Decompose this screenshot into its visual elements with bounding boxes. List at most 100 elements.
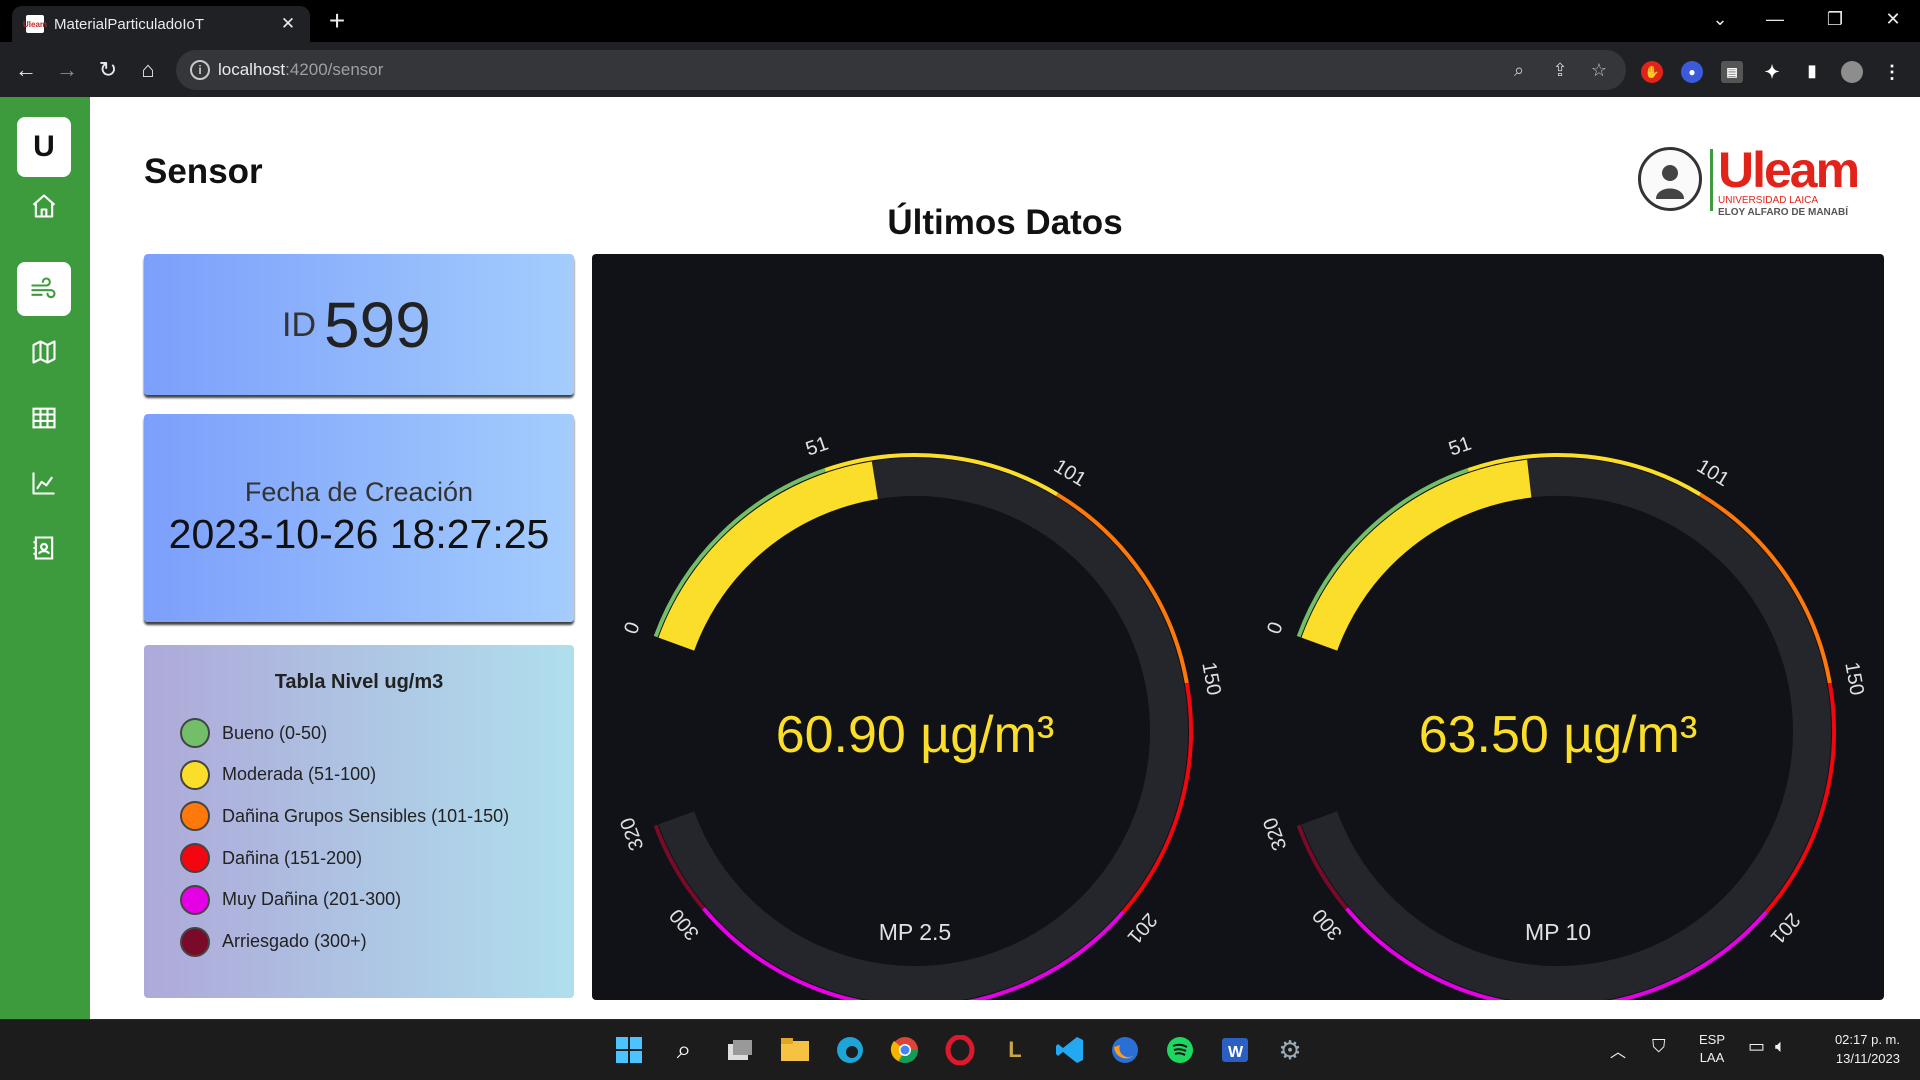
gauge-tick-label: 300 bbox=[1308, 904, 1346, 944]
forward-button[interactable]: → bbox=[53, 56, 81, 84]
firefox-icon[interactable] bbox=[1105, 1030, 1145, 1070]
browser-tab[interactable]: Uleam MaterialParticuladoIoT ✕ bbox=[12, 6, 310, 42]
gauge-tick-label: 0 bbox=[1263, 619, 1287, 637]
legend-label: Muy Dañina (201-300) bbox=[222, 889, 402, 910]
minimize-button[interactable]: — bbox=[1755, 4, 1795, 34]
tab-title: MaterialParticuladoIoT bbox=[54, 16, 205, 33]
gauge-value-fill bbox=[1301, 459, 1532, 651]
sidebar-item-contacts[interactable] bbox=[17, 521, 71, 575]
gauge-name-label: MP 10 bbox=[1525, 919, 1591, 945]
profile-avatar[interactable] bbox=[1841, 61, 1863, 83]
legend-color-dot bbox=[180, 759, 210, 790]
sidebar-item-map[interactable] bbox=[17, 325, 71, 379]
extension-icon[interactable]: ● bbox=[1681, 61, 1703, 83]
university-seal-icon bbox=[1638, 147, 1702, 211]
legend-label: Moderada (51-100) bbox=[222, 764, 377, 785]
gauge-tick-label: 101 bbox=[1693, 455, 1733, 491]
gauge-value-fill bbox=[658, 461, 879, 651]
home-icon bbox=[32, 194, 56, 218]
tray-overflow-icon[interactable]: ︿ bbox=[1610, 1038, 1626, 1062]
creation-date-card: Fecha de Creación 2023-10-26 18:27:25 bbox=[144, 414, 574, 622]
edge-icon[interactable] bbox=[830, 1030, 870, 1070]
extensions-puzzle-icon[interactable]: ✦ bbox=[1761, 61, 1783, 83]
url-text[interactable]: localhost:4200/sensor bbox=[218, 60, 383, 80]
tab-search-icon[interactable]: ⌄ bbox=[1700, 4, 1740, 34]
reload-button[interactable]: ↻ bbox=[94, 56, 122, 84]
back-button[interactable]: ← bbox=[12, 56, 40, 84]
contact-icon bbox=[33, 536, 54, 560]
gauge-tick-label: 201 bbox=[1123, 908, 1161, 948]
tab-close-icon[interactable]: ✕ bbox=[278, 14, 298, 34]
legend-title: Tabla Nivel ug/m3 bbox=[274, 671, 444, 693]
table-icon bbox=[32, 407, 56, 429]
zoom-icon[interactable]: ⌕ bbox=[1508, 59, 1530, 81]
legend-color-dot bbox=[180, 801, 210, 832]
vscode-icon[interactable] bbox=[1050, 1030, 1090, 1070]
keyboard-layout: LAA bbox=[1699, 1050, 1725, 1065]
url-path: :4200/sensor bbox=[285, 60, 384, 79]
id-card: ID 599 bbox=[144, 254, 574, 395]
chart-icon bbox=[32, 472, 55, 495]
svg-text:W: W bbox=[1228, 1044, 1244, 1061]
url-host: localhost bbox=[218, 60, 286, 79]
chrome-icon[interactable] bbox=[885, 1030, 925, 1070]
home-button[interactable]: ⌂ bbox=[134, 56, 162, 84]
windows-start-icon[interactable] bbox=[609, 1030, 649, 1070]
clock[interactable]: 02:17 p. m. 13/11/2023 bbox=[1810, 1032, 1900, 1066]
spotify-icon[interactable] bbox=[1160, 1030, 1200, 1070]
legend-item: Arriesgado (300+) bbox=[180, 926, 367, 958]
settings-gear-icon[interactable]: ⚙ bbox=[1270, 1030, 1310, 1070]
legend-color-dot bbox=[180, 718, 210, 748]
gauge-value-text: 60.90 µg/m³ bbox=[776, 706, 1055, 764]
legend-color-dot bbox=[180, 843, 210, 874]
close-window-button[interactable]: ✕ bbox=[1873, 4, 1913, 34]
gauges-svg: 0 51 101 150 201 300 320 60.90 µg/m³ MP 2.5 0 51 10… bbox=[616, 433, 1868, 1000]
level-legend-card: Tabla Nivel ug/m3 Bueno (0-50) Moderada (… bbox=[144, 645, 574, 998]
gauge-tick-label: 51 bbox=[803, 433, 831, 461]
security-shield-icon[interactable]: ⛉ bbox=[1652, 1036, 1666, 1057]
opera-icon[interactable] bbox=[940, 1030, 980, 1070]
gauge-tick-label: 320 bbox=[1259, 814, 1291, 853]
tab-strip: Uleam MaterialParticuladoIoT ✕ + ⌄ — ❐ ✕ bbox=[0, 0, 1920, 42]
share-icon[interactable]: ⇪ bbox=[1549, 59, 1571, 81]
address-bar[interactable]: i localhost:4200/sensor ⌕ ⇪ ☆ bbox=[176, 50, 1626, 90]
volume-icon[interactable]: 🔈︎ bbox=[1775, 1036, 1786, 1057]
gauge-tick-label: 201 bbox=[1766, 908, 1804, 948]
word-icon[interactable]: W bbox=[1215, 1030, 1255, 1070]
restore-button[interactable]: ❐ bbox=[1815, 4, 1855, 34]
new-tab-button[interactable]: + bbox=[322, 6, 352, 36]
network-icon[interactable]: ▭ bbox=[1748, 1036, 1765, 1057]
sidebar-item-charts[interactable] bbox=[17, 456, 71, 510]
gauge-tick-label: 150 bbox=[1197, 660, 1224, 697]
app-logo[interactable]: U bbox=[17, 117, 71, 177]
side-panel-icon[interactable]: ▮ bbox=[1801, 61, 1823, 83]
clock-time: 02:17 p. m. bbox=[1834, 1032, 1900, 1047]
gauge-tick-label: 0 bbox=[620, 619, 644, 637]
gauge-tick-label: 320 bbox=[616, 814, 648, 853]
sidebar-item-home[interactable] bbox=[17, 179, 71, 233]
sidebar-item-table[interactable] bbox=[17, 391, 71, 445]
brand-subtitle: ELOY ALFARO DE MANABÍ bbox=[1718, 207, 1849, 218]
browser-toolbar: ← → ↻ ⌂ i localhost:4200/sensor ⌕ ⇪ ☆ ✋ … bbox=[0, 42, 1920, 97]
bookmark-star-icon[interactable]: ☆ bbox=[1588, 59, 1610, 81]
brand-name: Uleam bbox=[1718, 142, 1860, 198]
task-view-icon[interactable] bbox=[720, 1030, 760, 1070]
creation-date-label: Fecha de Creación bbox=[244, 477, 474, 507]
extension-icon[interactable]: ▤ bbox=[1721, 61, 1743, 83]
file-explorer-icon[interactable] bbox=[775, 1030, 815, 1070]
adblock-extension-icon[interactable]: ✋ bbox=[1641, 61, 1663, 83]
site-info-icon[interactable]: i bbox=[190, 60, 210, 80]
language-indicator[interactable]: ESP LAA bbox=[1695, 1032, 1729, 1065]
legend-item: Dañina Grupos Sensibles (101-150) bbox=[180, 800, 509, 832]
search-icon[interactable]: ⌕ bbox=[664, 1030, 704, 1070]
main-content: Sensor Últimos Datos Uleam UNIVERSIDAD L… bbox=[90, 97, 1920, 1019]
legend-label: Dañina (151-200) bbox=[222, 847, 363, 868]
sidebar-item-sensor[interactable] bbox=[17, 262, 71, 316]
legend-label: Bueno (0-50) bbox=[222, 722, 328, 743]
gauge-tick-label: 150 bbox=[1840, 660, 1867, 697]
menu-kebab-icon[interactable]: ⋮ bbox=[1881, 61, 1903, 83]
legend-label: Arriesgado (300+) bbox=[222, 931, 367, 951]
legend-item: Bueno (0-50) bbox=[180, 717, 327, 749]
league-of-legends-icon[interactable]: L bbox=[995, 1030, 1035, 1070]
wind-icon bbox=[31, 277, 56, 299]
